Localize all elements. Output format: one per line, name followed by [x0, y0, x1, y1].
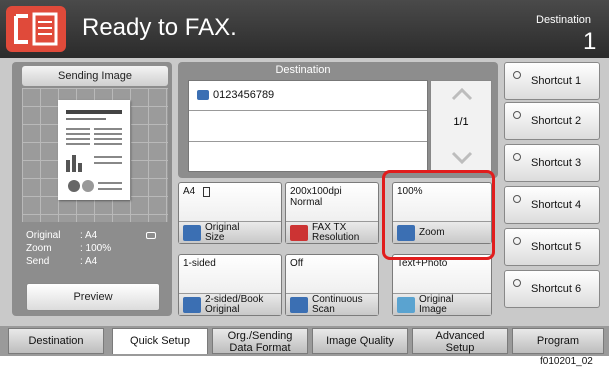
- original-image-icon: [397, 297, 415, 313]
- tab-quick-setup[interactable]: Quick Setup: [112, 328, 208, 354]
- destination-count-label: Destination: [536, 14, 592, 26]
- figure-code: f010201_02: [540, 356, 593, 367]
- duplex-button[interactable]: 1-sided 2-sided/Book Original: [178, 254, 282, 316]
- destination-count: 1: [583, 28, 597, 55]
- document-thumbnail: [58, 100, 130, 200]
- duplex-value: 1-sided: [183, 258, 216, 269]
- shortcut-dot-icon: [513, 111, 521, 119]
- tab-org-sending-data-format[interactable]: Org./Sending Data Format: [212, 328, 308, 354]
- shortcut-4-button[interactable]: Shortcut 4: [504, 186, 600, 224]
- tab-destination[interactable]: Destination: [8, 328, 104, 354]
- page-indicator: 1/1: [453, 116, 469, 128]
- original-size-button[interactable]: A4 Original Size: [178, 182, 282, 244]
- shortcut-5-button[interactable]: Shortcut 5: [504, 228, 600, 266]
- tab-program[interactable]: Program: [512, 328, 604, 354]
- duplex-label: 2-sided/Book Original: [205, 294, 264, 315]
- info-zoom: Zoom : 100%: [26, 243, 112, 254]
- continuous-scan-label: Continuous Scan: [312, 294, 363, 315]
- shortcut-dot-icon: [513, 71, 521, 79]
- continuous-scan-button[interactable]: Off Continuous Scan: [285, 254, 379, 316]
- list-item[interactable]: [189, 142, 427, 172]
- orientation-icon: [146, 232, 156, 239]
- original-image-label: Original Image: [419, 294, 454, 315]
- original-size-icon: [183, 225, 201, 241]
- fax-resolution-button[interactable]: 200x100dpi Normal FAX TX Resolution: [285, 182, 379, 244]
- shortcut-3-button[interactable]: Shortcut 3: [504, 144, 600, 182]
- tab-image-quality[interactable]: Image Quality: [312, 328, 408, 354]
- fax-number-icon: [197, 90, 209, 100]
- original-image-button[interactable]: Text+Photo Original Image: [392, 254, 492, 316]
- page-title: Ready to FAX.: [82, 14, 237, 41]
- shortcut-1-button[interactable]: Shortcut 1: [504, 62, 600, 100]
- tab-advanced-setup[interactable]: Advanced Setup: [412, 328, 508, 354]
- sending-image-tab: Sending Image: [22, 66, 168, 86]
- info-original: Original : A4: [26, 230, 166, 242]
- original-size-label: Original Size: [205, 222, 240, 243]
- original-size-value: A4: [183, 186, 196, 197]
- fax-resolution-label: FAX TX Resolution: [312, 222, 360, 243]
- fax-resolution-value: 200x100dpi Normal: [290, 186, 342, 208]
- shortcut-dot-icon: [513, 153, 521, 161]
- page-icon: [203, 187, 210, 197]
- shortcut-6-button[interactable]: Shortcut 6: [504, 270, 600, 308]
- scroll-down-icon[interactable]: [451, 151, 473, 170]
- fax-icon: [6, 6, 66, 52]
- resolution-icon: [290, 225, 308, 241]
- zoom-highlight: [382, 170, 495, 260]
- shortcut-dot-icon: [513, 279, 521, 287]
- shortcut-2-button[interactable]: Shortcut 2: [504, 102, 600, 140]
- shortcut-dot-icon: [513, 237, 521, 245]
- destination-header: Destination: [275, 64, 331, 76]
- continuous-scan-icon: [290, 297, 308, 313]
- list-item[interactable]: [189, 111, 427, 142]
- destination-list[interactable]: 0123456789: [188, 80, 428, 172]
- list-item[interactable]: 0123456789: [189, 81, 427, 111]
- scroll-up-icon[interactable]: [451, 87, 473, 106]
- shortcut-dot-icon: [513, 195, 521, 203]
- duplex-icon: [183, 297, 201, 313]
- info-send: Send : A4: [26, 256, 98, 267]
- preview-button[interactable]: Preview: [26, 283, 160, 311]
- continuous-scan-value: Off: [290, 258, 304, 269]
